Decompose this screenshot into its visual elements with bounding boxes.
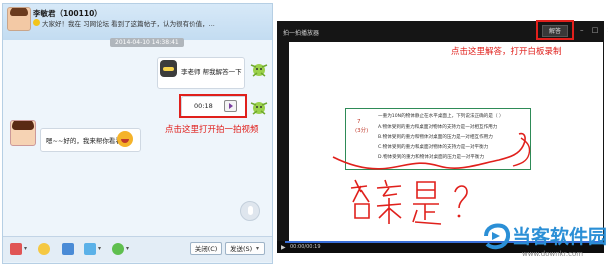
video-highlight-box bbox=[179, 94, 247, 118]
image-icon[interactable] bbox=[84, 243, 96, 255]
watermark-logo-icon bbox=[484, 223, 510, 250]
chevron-down-icon[interactable]: ▾ bbox=[126, 245, 129, 252]
record-icon[interactable] bbox=[112, 243, 124, 255]
message-timestamp: 2014-04-10 14:38:41 bbox=[110, 38, 184, 47]
play-button[interactable]: ▶ bbox=[281, 244, 286, 251]
smile-icon bbox=[33, 19, 40, 26]
annotation-open-video: 点击这里打开拍一拍视频 bbox=[165, 125, 259, 135]
emoticon-icon bbox=[160, 60, 177, 77]
camera-icon[interactable] bbox=[10, 243, 22, 255]
answer-highlight-box bbox=[536, 20, 574, 40]
handwriting-annotation bbox=[332, 132, 531, 225]
watermark-title: 当客软件园 bbox=[512, 226, 608, 248]
microphone-icon[interactable] bbox=[240, 201, 260, 221]
watermark-url: www.downkr.com bbox=[522, 250, 584, 258]
my-avatar[interactable] bbox=[249, 98, 269, 116]
message-text: 嗯~~好的，我来帮你看看 bbox=[46, 137, 122, 145]
brush-icon[interactable] bbox=[62, 243, 74, 255]
player-title: 拍一拍播放器 bbox=[283, 30, 320, 37]
window-controls[interactable]: – □ × bbox=[580, 26, 608, 34]
contact-avatar[interactable] bbox=[7, 7, 31, 31]
my-avatar[interactable] bbox=[249, 60, 269, 78]
send-options-chevron-icon[interactable]: ▾ bbox=[256, 245, 259, 252]
time-readout: 00:00/00:19 bbox=[290, 244, 321, 250]
close-button[interactable]: 关闭(C) bbox=[190, 242, 222, 255]
emoji-icon[interactable] bbox=[38, 243, 50, 255]
chevron-down-icon[interactable]: ▾ bbox=[98, 245, 101, 252]
message-text: 李老师 帮我解答一下 bbox=[181, 68, 242, 76]
contact-signature: 大家好！我在 习网论坛 看到了这篇帖子，认为很有价值，... bbox=[42, 20, 215, 28]
emoticon-icon bbox=[117, 131, 133, 147]
chevron-down-icon[interactable]: ▾ bbox=[24, 245, 27, 252]
friend-avatar[interactable] bbox=[10, 120, 36, 146]
